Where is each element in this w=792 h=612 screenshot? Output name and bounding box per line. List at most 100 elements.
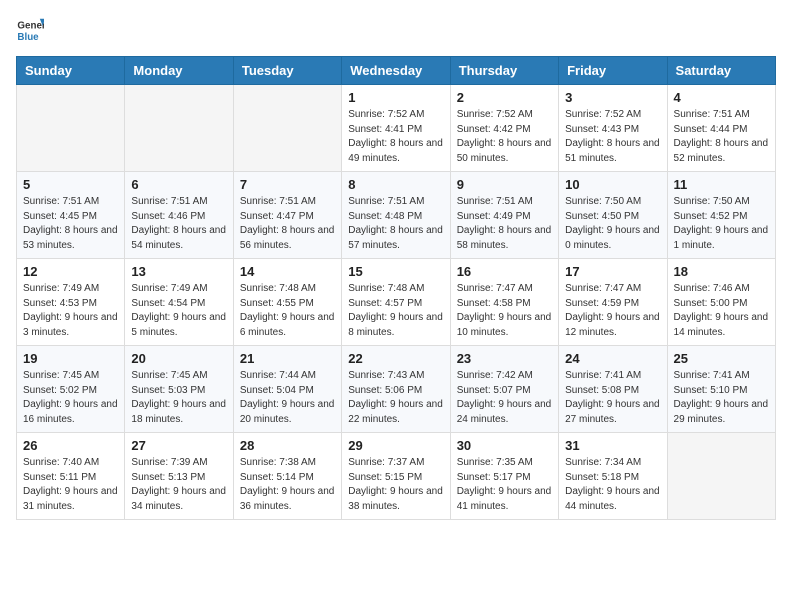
calendar-cell: 13Sunrise: 7:49 AM Sunset: 4:54 PM Dayli… <box>125 259 233 346</box>
day-info: Sunrise: 7:51 AM Sunset: 4:46 PM Dayligh… <box>131 195 226 253</box>
calendar-cell: 28Sunrise: 7:38 AM Sunset: 5:14 PM Dayli… <box>233 433 341 520</box>
calendar-cell: 24Sunrise: 7:41 AM Sunset: 5:08 PM Dayli… <box>559 346 667 433</box>
day-info: Sunrise: 7:34 AM Sunset: 5:18 PM Dayligh… <box>565 456 660 514</box>
svg-text:General: General <box>17 21 44 32</box>
day-info: Sunrise: 7:52 AM Sunset: 4:41 PM Dayligh… <box>348 108 443 166</box>
svg-text:Blue: Blue <box>17 32 39 43</box>
day-info: Sunrise: 7:49 AM Sunset: 4:53 PM Dayligh… <box>23 282 118 340</box>
day-number: 30 <box>457 438 552 453</box>
calendar-cell: 17Sunrise: 7:47 AM Sunset: 4:59 PM Dayli… <box>559 259 667 346</box>
logo: GeneralBlue <box>16 16 44 44</box>
day-info: Sunrise: 7:47 AM Sunset: 4:58 PM Dayligh… <box>457 282 552 340</box>
calendar-cell: 29 Sunrise: 7:37 AM Sunset: 5:15 PM Dayli… <box>342 433 450 520</box>
calendar-cell <box>233 85 341 172</box>
day-number: 10 <box>565 177 660 192</box>
calendar-cell: 9Sunrise: 7:51 AM Sunset: 4:49 PM Daylig… <box>450 172 558 259</box>
calendar-cell: 26 Sunrise: 7:40 AM Sunset: 5:11 PM Dayli… <box>17 433 125 520</box>
calendar-cell <box>125 85 233 172</box>
calendar-week-row: 12 Sunrise: 7:49 AM Sunset: 4:53 PM Dayli… <box>17 259 776 346</box>
day-info: Sunrise: 7:48 AM Sunset: 4:55 PM Dayligh… <box>240 282 335 340</box>
calendar-cell: 22Sunrise: 7:43 AM Sunset: 5:06 PM Dayli… <box>342 346 450 433</box>
day-info: Sunrise: 7:43 AM Sunset: 5:06 PM Dayligh… <box>348 369 443 427</box>
day-number: 25 <box>674 351 769 366</box>
calendar-cell: 3 Sunrise: 7:52 AM Sunset: 4:43 PM Daylig… <box>559 85 667 172</box>
day-info: Sunrise: 7:51 AM Sunset: 4:44 PM Dayligh… <box>674 108 769 166</box>
calendar-cell: 16 Sunrise: 7:47 AM Sunset: 4:58 PM Dayli… <box>450 259 558 346</box>
day-number: 9 <box>457 177 552 192</box>
day-info: Sunrise: 7:51 AM Sunset: 4:48 PM Dayligh… <box>348 195 443 253</box>
calendar-cell: 4 Sunrise: 7:51 AM Sunset: 4:44 PM Daylig… <box>667 85 775 172</box>
day-number: 2 <box>457 90 552 105</box>
calendar-week-row: 1 Sunrise: 7:52 AM Sunset: 4:41 PM Daylig… <box>17 85 776 172</box>
day-number: 29 <box>348 438 443 453</box>
day-info: Sunrise: 7:35 AM Sunset: 5:17 PM Dayligh… <box>457 456 552 514</box>
day-number: 28 <box>240 438 335 453</box>
day-number: 20 <box>131 351 226 366</box>
calendar-cell: 11 Sunrise: 7:50 AM Sunset: 4:52 PM Dayli… <box>667 172 775 259</box>
calendar-header-monday: Monday <box>125 57 233 85</box>
day-number: 4 <box>674 90 769 105</box>
day-info: Sunrise: 7:52 AM Sunset: 4:42 PM Dayligh… <box>457 108 552 166</box>
day-info: Sunrise: 7:45 AM Sunset: 5:03 PM Dayligh… <box>131 369 226 427</box>
day-info: Sunrise: 7:51 AM Sunset: 4:45 PM Dayligh… <box>23 195 118 253</box>
calendar-cell: 14 Sunrise: 7:48 AM Sunset: 4:55 PM Dayli… <box>233 259 341 346</box>
calendar-week-row: 5 Sunrise: 7:51 AM Sunset: 4:45 PM Daylig… <box>17 172 776 259</box>
day-info: Sunrise: 7:52 AM Sunset: 4:43 PM Dayligh… <box>565 108 660 166</box>
calendar-week-row: 26 Sunrise: 7:40 AM Sunset: 5:11 PM Dayli… <box>17 433 776 520</box>
calendar-cell: 7Sunrise: 7:51 AM Sunset: 4:47 PM Daylig… <box>233 172 341 259</box>
calendar-header-thursday: Thursday <box>450 57 558 85</box>
day-number: 8 <box>348 177 443 192</box>
day-info: Sunrise: 7:42 AM Sunset: 5:07 PM Dayligh… <box>457 369 552 427</box>
day-info: Sunrise: 7:50 AM Sunset: 4:50 PM Dayligh… <box>565 195 660 253</box>
calendar-cell: 18 Sunrise: 7:46 AM Sunset: 5:00 PM Dayli… <box>667 259 775 346</box>
day-number: 16 <box>457 264 552 279</box>
day-info: Sunrise: 7:50 AM Sunset: 4:52 PM Dayligh… <box>674 195 769 253</box>
calendar-cell: 5 Sunrise: 7:51 AM Sunset: 4:45 PM Daylig… <box>17 172 125 259</box>
calendar-cell <box>17 85 125 172</box>
calendar-cell: 12 Sunrise: 7:49 AM Sunset: 4:53 PM Dayli… <box>17 259 125 346</box>
day-number: 1 <box>348 90 443 105</box>
calendar-table: SundayMondayTuesdayWednesdayThursdayFrid… <box>16 56 776 520</box>
day-number: 14 <box>240 264 335 279</box>
day-number: 3 <box>565 90 660 105</box>
calendar-cell: 20 Sunrise: 7:45 AM Sunset: 5:03 PM Dayli… <box>125 346 233 433</box>
calendar-cell: 31 Sunrise: 7:34 AM Sunset: 5:18 PM Dayli… <box>559 433 667 520</box>
calendar-header-saturday: Saturday <box>667 57 775 85</box>
calendar-cell: 10 Sunrise: 7:50 AM Sunset: 4:50 PM Dayli… <box>559 172 667 259</box>
calendar-cell: 15Sunrise: 7:48 AM Sunset: 4:57 PM Dayli… <box>342 259 450 346</box>
day-number: 13 <box>131 264 226 279</box>
day-number: 26 <box>23 438 118 453</box>
calendar-cell: 6 Sunrise: 7:51 AM Sunset: 4:46 PM Daylig… <box>125 172 233 259</box>
calendar-cell: 30 Sunrise: 7:35 AM Sunset: 5:17 PM Dayli… <box>450 433 558 520</box>
day-info: Sunrise: 7:45 AM Sunset: 5:02 PM Dayligh… <box>23 369 118 427</box>
calendar-cell: 21 Sunrise: 7:44 AM Sunset: 5:04 PM Dayli… <box>233 346 341 433</box>
page-header: GeneralBlue <box>16 16 776 44</box>
day-info: Sunrise: 7:48 AM Sunset: 4:57 PM Dayligh… <box>348 282 443 340</box>
logo-icon: GeneralBlue <box>16 16 44 44</box>
day-info: Sunrise: 7:41 AM Sunset: 5:10 PM Dayligh… <box>674 369 769 427</box>
day-number: 31 <box>565 438 660 453</box>
calendar-cell <box>667 433 775 520</box>
day-number: 24 <box>565 351 660 366</box>
calendar-cell: 27Sunrise: 7:39 AM Sunset: 5:13 PM Dayli… <box>125 433 233 520</box>
day-number: 21 <box>240 351 335 366</box>
calendar-header-sunday: Sunday <box>17 57 125 85</box>
calendar-header-row: SundayMondayTuesdayWednesdayThursdayFrid… <box>17 57 776 85</box>
day-number: 7 <box>240 177 335 192</box>
calendar-header-tuesday: Tuesday <box>233 57 341 85</box>
day-number: 5 <box>23 177 118 192</box>
day-number: 6 <box>131 177 226 192</box>
calendar-cell: 1 Sunrise: 7:52 AM Sunset: 4:41 PM Daylig… <box>342 85 450 172</box>
day-info: Sunrise: 7:44 AM Sunset: 5:04 PM Dayligh… <box>240 369 335 427</box>
day-number: 12 <box>23 264 118 279</box>
day-info: Sunrise: 7:40 AM Sunset: 5:11 PM Dayligh… <box>23 456 118 514</box>
day-info: Sunrise: 7:37 AM Sunset: 5:15 PM Dayligh… <box>348 456 443 514</box>
day-number: 18 <box>674 264 769 279</box>
day-info: Sunrise: 7:46 AM Sunset: 5:00 PM Dayligh… <box>674 282 769 340</box>
day-number: 27 <box>131 438 226 453</box>
day-number: 17 <box>565 264 660 279</box>
day-number: 23 <box>457 351 552 366</box>
calendar-header-friday: Friday <box>559 57 667 85</box>
calendar-cell: 25 Sunrise: 7:41 AM Sunset: 5:10 PM Dayli… <box>667 346 775 433</box>
day-number: 11 <box>674 177 769 192</box>
